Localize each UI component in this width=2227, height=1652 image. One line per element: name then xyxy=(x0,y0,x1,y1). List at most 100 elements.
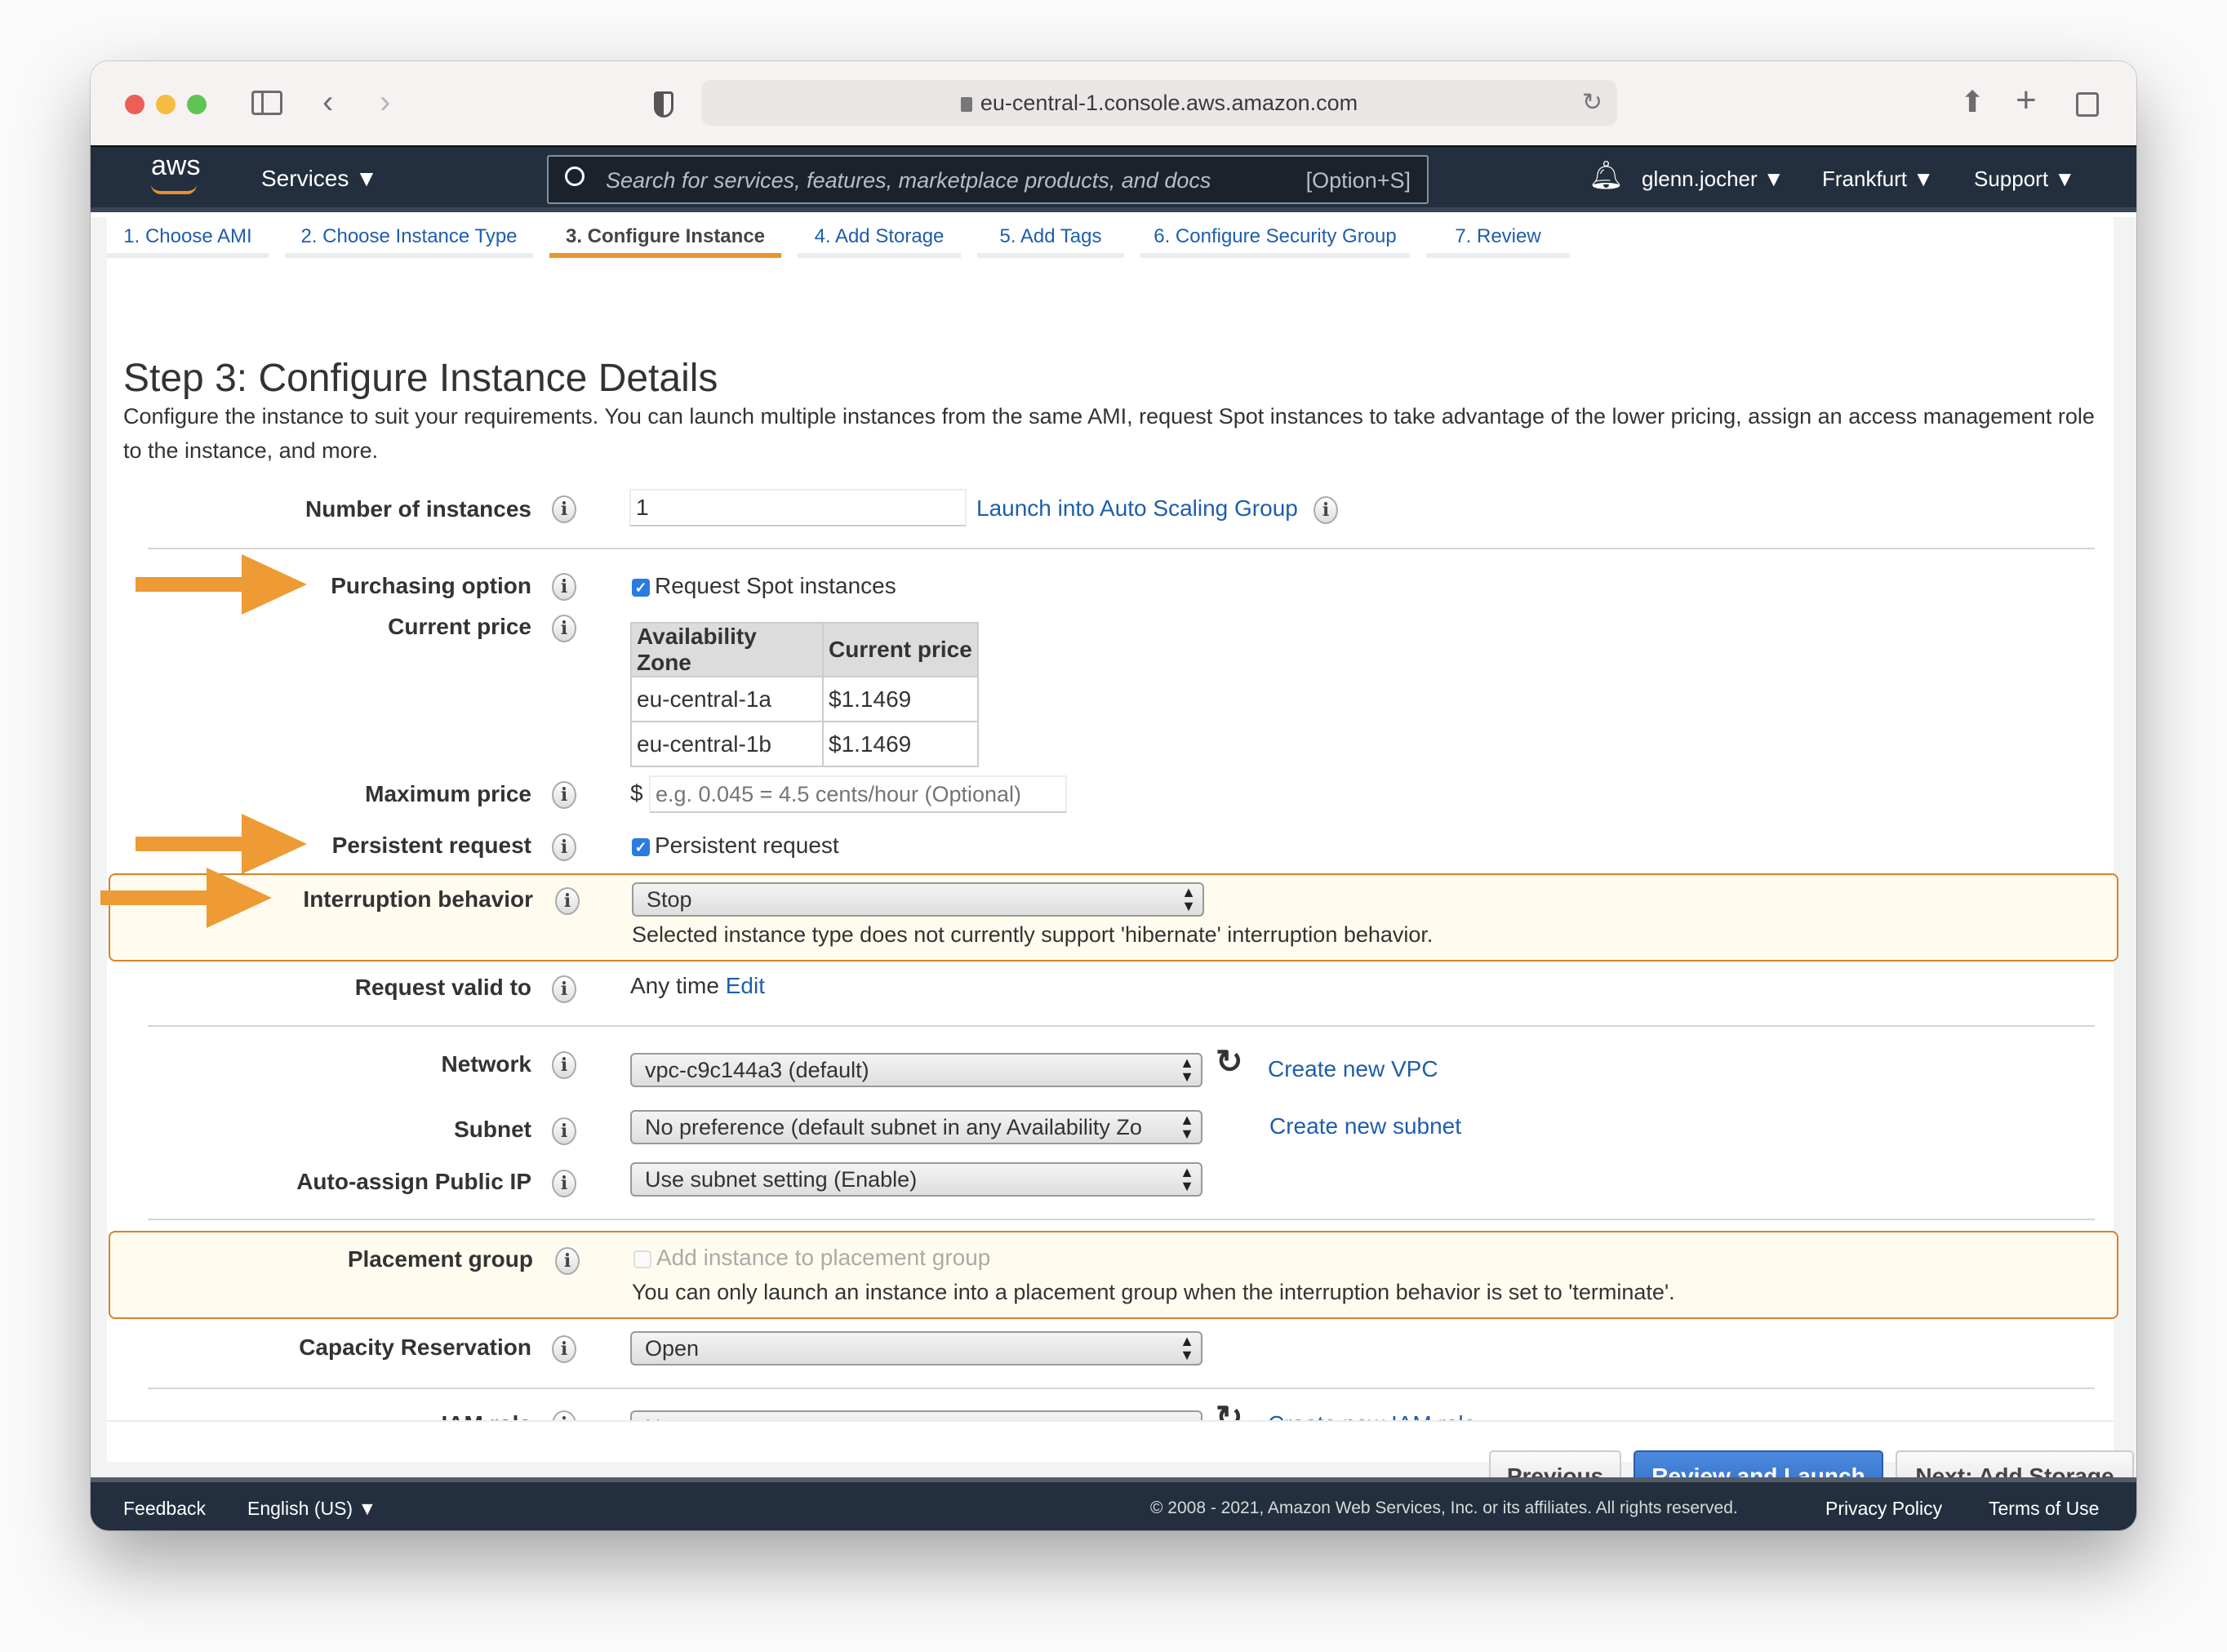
info-icon[interactable]: i xyxy=(552,1117,576,1145)
maximum-price-input[interactable] xyxy=(649,775,1067,813)
interruption-behavior-label: Interruption behavior xyxy=(303,886,533,912)
info-icon[interactable]: i xyxy=(1314,496,1338,524)
region-menu[interactable]: Frankfurt ▼ xyxy=(1822,167,1934,191)
interruption-behavior-select[interactable]: Stop ▲ ▼ xyxy=(632,882,1204,917)
purchasing-option-label: Purchasing option xyxy=(331,573,531,598)
services-menu[interactable]: Services ▼ xyxy=(261,167,378,191)
privacy-shield-icon[interactable] xyxy=(654,91,673,118)
maximum-price-label: Maximum price xyxy=(365,781,531,806)
refresh-icon[interactable]: ↻ xyxy=(1216,1046,1243,1078)
language-selector[interactable]: English (US) ▼ xyxy=(247,1497,376,1520)
table-row: eu-central-1b $1.1469 xyxy=(630,721,979,767)
lock-icon xyxy=(960,97,972,112)
current-price-table: Availability Zone Current price eu-centr… xyxy=(630,622,979,767)
address-bar[interactable]: eu-central-1.console.aws.amazon.com ↻ xyxy=(701,80,1617,126)
support-menu[interactable]: Support ▼ xyxy=(1974,167,2075,191)
copyright-text: © 2008 - 2021, Amazon Web Services, Inc.… xyxy=(1150,1499,1738,1517)
info-icon[interactable]: i xyxy=(552,1170,576,1197)
search-input[interactable]: Search for services, features, marketpla… xyxy=(547,155,1429,204)
request-valid-to-label: Request valid to xyxy=(354,975,531,1000)
refresh-icon[interactable]: ↻ xyxy=(1216,1401,1243,1422)
auto-assign-ip-label: Auto-assign Public IP xyxy=(296,1169,531,1194)
table-row: eu-central-1a $1.1469 xyxy=(630,676,979,722)
edit-link[interactable]: Edit xyxy=(726,973,765,998)
page-content: 1. Choose AMI 2. Choose Instance Type 3.… xyxy=(91,217,2136,1503)
checkbox-unchecked-icon[interactable] xyxy=(633,1250,651,1268)
zone-cell: eu-central-1b xyxy=(630,721,824,767)
column-header: Availability Zone xyxy=(630,622,824,677)
aws-smile-icon xyxy=(151,184,197,194)
persistent-request-checkbox[interactable]: ✓ Persistent request xyxy=(632,832,839,859)
request-valid-to-value: Any time Edit xyxy=(630,973,765,998)
zoom-window-button[interactable] xyxy=(187,95,207,114)
minimize-window-button[interactable] xyxy=(156,95,176,114)
user-menu[interactable]: glenn.jocher ▼ xyxy=(1642,167,1785,191)
notifications-bell-icon[interactable]: 🔔︎ xyxy=(1589,162,1624,189)
info-icon[interactable]: i xyxy=(552,833,576,861)
back-icon[interactable]: ‹ xyxy=(322,86,333,118)
share-icon[interactable]: ⬆ xyxy=(1960,86,1985,118)
info-icon[interactable]: i xyxy=(552,781,576,809)
checkbox-checked-icon[interactable]: ✓ xyxy=(632,578,650,597)
tab-configure-security-group[interactable]: 6. Configure Security Group xyxy=(1140,217,1410,258)
info-icon[interactable]: i xyxy=(555,1247,580,1275)
tab-add-tags[interactable]: 5. Add Tags xyxy=(977,217,1124,258)
page-description: Configure the instance to suit your requ… xyxy=(123,404,2095,463)
select-arrows-icon: ▲ ▼ xyxy=(1181,884,1196,914)
price-cell: $1.1469 xyxy=(822,721,979,767)
sidebar-toggle-icon[interactable] xyxy=(251,91,282,115)
column-header: Current price xyxy=(822,622,979,677)
tab-configure-instance[interactable]: 3. Configure Instance xyxy=(549,217,781,258)
persistent-request-label: Persistent request xyxy=(331,833,531,858)
tab-add-storage[interactable]: 4. Add Storage xyxy=(798,217,961,258)
caret-down-icon: ▼ xyxy=(2054,167,2076,191)
divider xyxy=(148,548,2095,549)
search-shortcut: [Option+S] xyxy=(1305,168,1411,193)
tab-overview-icon[interactable] xyxy=(2076,92,2099,117)
select-arrows-icon: ▲ ▼ xyxy=(1180,1055,1194,1085)
checkbox-checked-icon[interactable]: ✓ xyxy=(632,837,650,856)
info-icon[interactable]: i xyxy=(552,1051,576,1079)
select-arrows-icon: ▲ ▼ xyxy=(1180,1333,1194,1363)
network-select[interactable]: vpc-c9c144a3 (default) ▲ ▼ xyxy=(630,1053,1202,1087)
info-icon[interactable]: i xyxy=(552,975,576,1003)
forward-icon[interactable]: › xyxy=(380,86,390,118)
create-new-subnet-link[interactable]: Create new subnet xyxy=(1269,1112,1461,1140)
placement-group-label: Placement group xyxy=(347,1246,533,1272)
feedback-link[interactable]: Feedback xyxy=(123,1497,206,1520)
reload-icon[interactable]: ↻ xyxy=(1582,80,1602,126)
placement-warning-text: You can only launch an instance into a p… xyxy=(632,1280,1675,1304)
close-window-button[interactable] xyxy=(125,95,144,114)
terms-of-use-link[interactable]: Terms of Use xyxy=(1989,1497,2099,1520)
privacy-policy-link[interactable]: Privacy Policy xyxy=(1825,1497,1942,1520)
divider xyxy=(148,1388,2095,1389)
info-icon[interactable]: i xyxy=(552,573,576,601)
table-header-row: Availability Zone Current price xyxy=(630,622,979,677)
auto-assign-ip-select[interactable]: Use subnet setting (Enable) ▲ ▼ xyxy=(630,1162,1202,1197)
aws-logo[interactable]: aws xyxy=(151,152,200,180)
zone-cell: eu-central-1a xyxy=(630,676,824,722)
page-title: Step 3: Configure Instance Details xyxy=(123,357,718,400)
tab-choose-instance-type[interactable]: 2. Choose Instance Type xyxy=(285,217,533,258)
info-icon[interactable]: i xyxy=(552,495,576,523)
browser-toolbar: ‹ › eu-central-1.console.aws.amazon.com … xyxy=(91,61,2136,147)
info-icon[interactable]: i xyxy=(552,1335,576,1363)
tab-review[interactable]: 7. Review xyxy=(1426,217,1570,258)
new-tab-icon[interactable]: + xyxy=(2016,82,2037,118)
tab-choose-ami[interactable]: 1. Choose AMI xyxy=(107,217,269,258)
browser-window: ‹ › eu-central-1.console.aws.amazon.com … xyxy=(91,61,2136,1530)
number-of-instances-input[interactable] xyxy=(629,489,967,526)
create-new-vpc-link[interactable]: Create new VPC xyxy=(1268,1055,1438,1083)
divider xyxy=(148,1025,2095,1027)
info-icon[interactable]: i xyxy=(552,615,576,642)
iam-role-row-clipped: IAM role i None ↻ Create new IAM role xyxy=(107,1401,2114,1422)
search-placeholder: Search for services, features, marketpla… xyxy=(606,168,1211,193)
request-spot-checkbox[interactable]: ✓ Request Spot instances xyxy=(632,572,896,600)
subnet-select[interactable]: No preference (default subnet in any Ava… xyxy=(630,1110,1202,1144)
info-icon[interactable]: i xyxy=(555,887,580,915)
caret-down-icon: ▼ xyxy=(1762,167,1785,191)
launch-auto-scaling-link[interactable]: Launch into Auto Scaling Group xyxy=(976,495,1298,522)
capacity-reservation-select[interactable]: Open ▲ ▼ xyxy=(630,1331,1202,1366)
placement-group-checkbox[interactable]: Add instance to placement group xyxy=(633,1244,990,1272)
subnet-label: Subnet xyxy=(454,1117,531,1142)
